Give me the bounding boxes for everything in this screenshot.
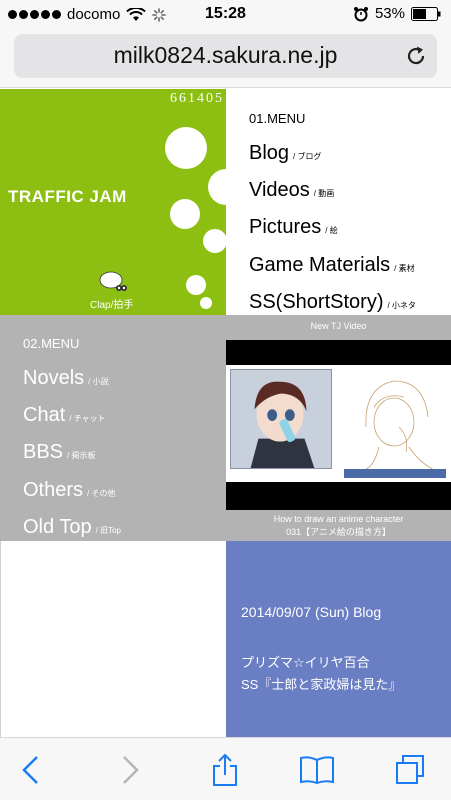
tabs-button[interactable] — [392, 752, 428, 788]
menu-item-sub: / チャット — [69, 414, 106, 423]
video-caption[interactable]: How to draw an anime character 031【アニメ絵の… — [226, 513, 451, 539]
bookmarks-icon[interactable] — [299, 755, 335, 785]
forward-icon[interactable] — [120, 755, 140, 785]
alarm-icon — [353, 6, 368, 21]
menu-item-bbs[interactable]: BBS / 掲示板 — [23, 441, 95, 464]
browser-toolbar — [0, 737, 451, 800]
empty-panel — [0, 541, 226, 737]
menu-item-sub: / 旧Top — [95, 526, 121, 535]
menu-item-short-story[interactable]: SS(ShortStory) / 小ネタ — [249, 291, 416, 314]
share-icon[interactable] — [210, 753, 240, 787]
main-menu-2: 02.MENU Novels / 小説 Chat / チャット BBS / 掲示板 O… — [0, 315, 226, 541]
menu-item-chat[interactable]: Chat / チャット — [23, 404, 106, 427]
menu-item-label[interactable]: Game Materials — [249, 254, 390, 276]
video-player[interactable] — [226, 340, 451, 510]
menu-item-game-materials[interactable]: Game Materials / 素材 — [249, 254, 415, 277]
share-button[interactable] — [207, 752, 243, 788]
blog-title-line-2[interactable]: SS『士郎と家政婦は見た』 — [241, 674, 401, 696]
menu-item-label[interactable]: Others — [23, 479, 83, 501]
menu-item-others[interactable]: Others / その他 — [23, 479, 115, 502]
menu-item-label[interactable]: Blog — [249, 142, 289, 164]
blog-title[interactable]: プリズマ☆イリヤ百合 SS『士郎と家政婦は見た』 — [241, 652, 401, 696]
menu-item-label[interactable]: Videos — [249, 179, 310, 201]
address-bar[interactable]: milk0824.sakura.ne.jp — [14, 34, 437, 78]
menu-item-pictures[interactable]: Pictures / 絵 — [249, 216, 338, 239]
back-button[interactable] — [13, 752, 49, 788]
menu-item-sub: / ブログ — [293, 152, 322, 161]
forward-button[interactable] — [112, 752, 148, 788]
menu-item-sub: / 小ネタ — [387, 301, 416, 310]
decor-circle — [203, 229, 226, 253]
menu-item-label[interactable]: Pictures — [249, 216, 321, 238]
new-video-panel: New TJ Video How to draw an anime charac… — [226, 315, 451, 541]
menu-item-label[interactable]: Novels — [23, 367, 84, 389]
tabs-icon[interactable] — [394, 754, 426, 786]
menu-item-blog[interactable]: Blog / ブログ — [249, 142, 321, 165]
menu-item-label[interactable]: Old Top — [23, 516, 92, 538]
menu-item-novels[interactable]: Novels / 小説 — [23, 367, 109, 390]
blog-title-line-1[interactable]: プリズマ☆イリヤ百合 — [241, 652, 401, 674]
video-thumbnail[interactable] — [226, 365, 451, 482]
decor-circle — [186, 275, 206, 295]
address-bar-area: milk0824.sakura.ne.jp — [0, 30, 451, 88]
visitor-counter: 661405 — [170, 91, 224, 106]
site-header-panel: 661405 TRAFFIC JAM Clap/拍手 — [0, 89, 226, 315]
menu-item-sub: / 動画 — [313, 189, 335, 198]
status-right: 53% — [353, 5, 441, 22]
decor-circle — [170, 199, 200, 229]
blog-date[interactable]: 2014/09/07 (Sun) Blog — [241, 604, 381, 620]
web-page: 661405 TRAFFIC JAM Clap/拍手 01.MENU Blog /… — [0, 89, 451, 737]
decor-circle — [208, 169, 226, 205]
menu-item-sub: / その他 — [87, 489, 116, 498]
menu-item-videos[interactable]: Videos / 動画 — [249, 179, 334, 202]
menu-1-heading: 01.MENU — [249, 111, 306, 126]
menu-item-sub: / 素材 — [394, 264, 415, 273]
site-title[interactable]: TRAFFIC JAM — [8, 187, 127, 207]
menu-item-label[interactable]: Chat — [23, 404, 65, 426]
clap-link[interactable]: Clap/拍手 — [90, 296, 133, 311]
anime-character-image — [230, 369, 332, 469]
reload-icon[interactable] — [405, 45, 427, 67]
main-menu-1: 01.MENU Blog / ブログ Videos / 動画 Pictures / 絵… — [226, 89, 451, 315]
menu-item-label[interactable]: SS(ShortStory) — [249, 291, 383, 313]
menu-item-sub: / 絵 — [325, 226, 338, 235]
decor-circle — [200, 297, 212, 309]
sketch-image — [344, 367, 446, 471]
battery-percent: 53% — [374, 5, 405, 22]
back-icon[interactable] — [21, 755, 41, 785]
url-text[interactable]: milk0824.sakura.ne.jp — [14, 42, 437, 69]
menu-item-sub: / 小説 — [88, 377, 109, 386]
decor-circle — [165, 127, 207, 169]
latest-blog-panel[interactable]: 2014/09/07 (Sun) Blog プリズマ☆イリヤ百合 SS『士郎と家… — [226, 541, 451, 737]
menu-item-old-top[interactable]: Old Top / 旧Top — [23, 516, 121, 539]
menu-2-heading: 02.MENU — [23, 336, 80, 351]
video-panel-title: New TJ Video — [310, 321, 367, 331]
status-bar: docomo 15:28 53% — [0, 0, 451, 30]
menu-item-label[interactable]: BBS — [23, 441, 63, 463]
drawing-app-toolbar — [344, 469, 446, 478]
video-caption-line-2[interactable]: 031【アニメ絵の描き方】 — [226, 526, 451, 539]
bookmarks-button[interactable] — [299, 752, 335, 788]
video-caption-line-1[interactable]: How to draw an anime character — [226, 513, 451, 526]
clap-icon[interactable] — [99, 271, 127, 293]
battery-icon — [411, 6, 441, 21]
menu-item-sub: / 掲示板 — [67, 451, 96, 460]
